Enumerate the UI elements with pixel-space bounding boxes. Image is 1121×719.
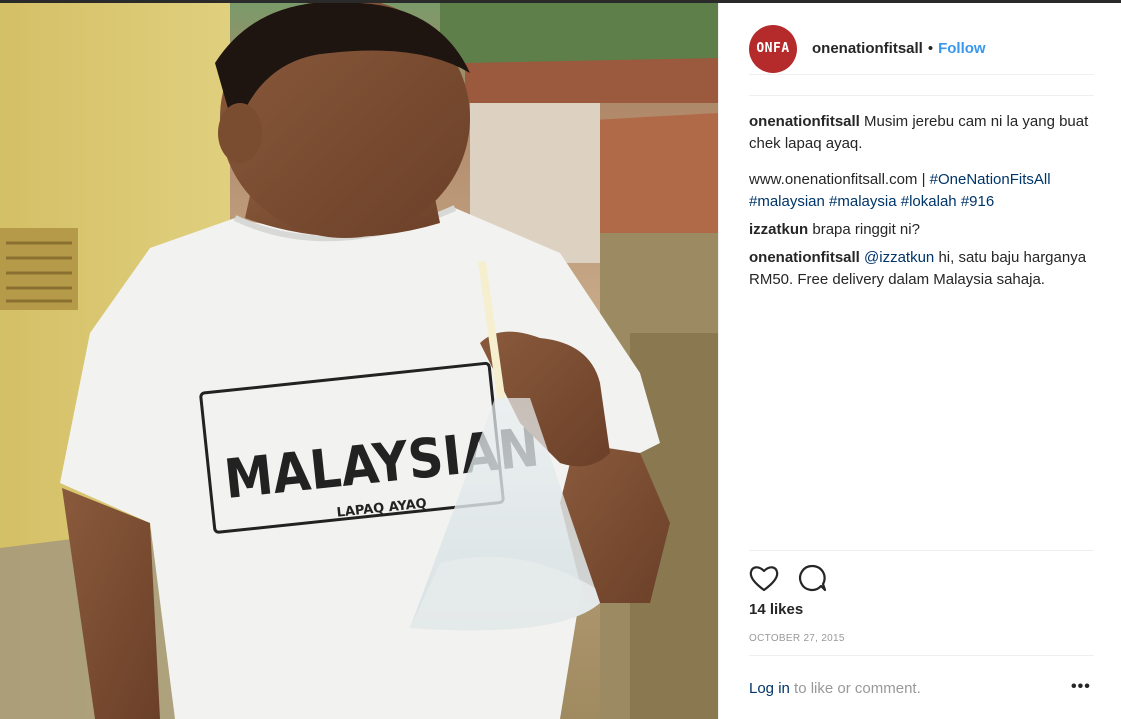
header-separator: • [927,40,934,57]
hashtag-link[interactable]: #malaysia [829,193,897,210]
post-date: OCTOBER 27, 2015 [749,633,845,644]
photo-illustration: MALAYSIAN LAPAQ AYAQ [0,3,718,719]
hashtag-link[interactable]: #916 [961,193,994,210]
comment-text: brapa ringgit ni? [808,221,920,238]
post-sidebar: ONFA onenationfitsall • Follow onenation… [718,3,1121,719]
hashtag-link[interactable]: #OneNationFitsAll [930,171,1051,188]
website-text: www.onenationfitsall.com | [749,171,930,188]
comment-username[interactable]: izzatkun [749,221,808,238]
comment-caption: onenationfitsall Musim jerebu cam ni la … [749,111,1094,213]
login-prompt: Log in to like or comment. [749,680,921,697]
header-username[interactable]: onenationfitsall [812,40,923,57]
comments-list: onenationfitsall Musim jerebu cam ni la … [749,111,1094,297]
heart-icon[interactable] [749,563,779,593]
comment-username[interactable]: onenationfitsall [749,113,860,130]
login-rest-text: to like or comment. [789,680,921,697]
post-photo[interactable]: MALAYSIAN LAPAQ AYAQ [0,3,718,719]
header-divider [749,95,1094,96]
post-header: ONFA onenationfitsall • Follow [749,23,1094,75]
mention-link[interactable]: @izzatkun [864,249,934,266]
comment-icon[interactable] [797,563,827,593]
avatar[interactable]: ONFA [749,24,797,73]
post-actions [749,563,845,593]
actions-divider [749,550,1094,551]
follow-button[interactable]: Follow [938,40,986,57]
more-options-button[interactable]: ••• [1071,678,1095,698]
hashtag-link[interactable]: #malaysian [749,193,825,210]
hashtag-link[interactable]: #lokalah [901,193,957,210]
comment-gap [749,155,1094,169]
comment-item: izzatkun brapa ringgit ni? [749,219,1094,241]
comment-username[interactable]: onenationfitsall [749,249,860,266]
login-link[interactable]: Log in [749,680,790,697]
footer-divider [749,655,1094,656]
comment-item: onenationfitsall @izzatkun hi, satu baju… [749,247,1094,291]
likes-count[interactable]: 14 likes [749,601,803,618]
